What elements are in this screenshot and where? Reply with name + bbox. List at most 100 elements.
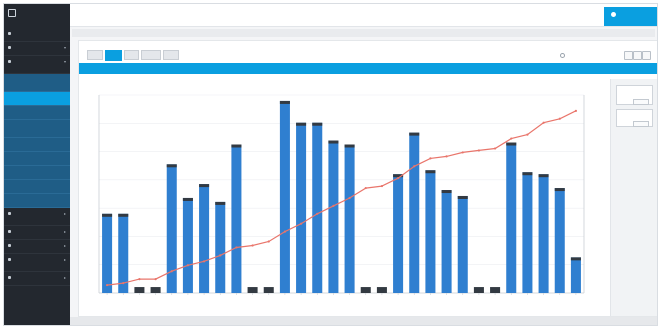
app-window: ▾ ▾ ▸ ▸ ▸ ▸ ▸ [3, 3, 658, 326]
bar-cap [409, 132, 420, 136]
sidebar-item[interactable] [4, 92, 70, 106]
line-point [138, 278, 141, 281]
settings-icon[interactable] [642, 51, 651, 60]
nav-item-icon [8, 276, 11, 279]
status-footer [70, 317, 657, 325]
line-point [364, 186, 367, 190]
line-point [186, 264, 190, 267]
sidebar-item[interactable]: ▾ [4, 42, 70, 56]
line-point [429, 157, 432, 160]
bar-cap [570, 257, 581, 261]
chevron-icon: ▸ [63, 257, 66, 262]
report-panel [78, 40, 657, 317]
sidebar-item[interactable] [4, 28, 70, 42]
user-menu-button[interactable] [604, 7, 657, 26]
line-point [348, 196, 351, 200]
bar [134, 287, 145, 293]
sidebar-item[interactable]: ▸ [4, 240, 70, 254]
line-point [396, 177, 400, 180]
tab[interactable] [141, 50, 161, 60]
bar [231, 144, 242, 293]
sidebar-nav: ▾ ▾ ▸ ▸ ▸ ▸ ▸ [4, 28, 70, 286]
bar-cap [312, 122, 323, 126]
line-point [542, 121, 545, 124]
line-point [493, 147, 497, 150]
bar [118, 213, 129, 293]
sidebar-item[interactable] [4, 180, 70, 194]
bar-cap [522, 172, 533, 176]
bar [247, 287, 258, 293]
bar [215, 201, 226, 293]
line-point [445, 155, 448, 158]
bar-cap [215, 201, 226, 205]
bar [409, 132, 420, 293]
line-point [299, 222, 303, 225]
bar [457, 195, 468, 293]
tab[interactable] [163, 50, 179, 60]
bar-cap [441, 190, 452, 194]
bar-cap [344, 144, 355, 148]
bar [279, 100, 290, 293]
bar-cap [118, 213, 129, 217]
line-point [526, 133, 529, 136]
sidebar-item[interactable]: ▸ [4, 254, 70, 272]
tab[interactable] [105, 50, 122, 61]
nav-item-icon [8, 230, 11, 233]
bar-cap [457, 195, 468, 199]
line-point [461, 151, 464, 154]
option-button[interactable] [633, 121, 649, 127]
nav-item-icon [8, 46, 11, 49]
bar [538, 174, 549, 293]
bar [554, 188, 565, 293]
sidebar-item[interactable] [4, 152, 70, 166]
sidebar-item[interactable] [4, 120, 70, 138]
tab[interactable] [124, 50, 139, 60]
filter-bar [79, 63, 657, 74]
nav-item-icon [8, 244, 11, 247]
sidebar-item[interactable] [4, 194, 70, 208]
bar [166, 164, 177, 293]
bar-cap [199, 184, 210, 188]
bar-cap [538, 174, 549, 178]
bar [312, 122, 323, 293]
chevron-icon: ▸ [63, 275, 66, 280]
logo[interactable] [8, 8, 48, 20]
line-point [235, 246, 238, 249]
chevron-icon: ▾ [63, 59, 66, 64]
line-point [122, 282, 125, 285]
bar [425, 170, 436, 293]
line-point [251, 244, 254, 247]
sidebar-item[interactable] [4, 166, 70, 180]
top-bar [70, 4, 657, 27]
bar [570, 257, 581, 293]
search-icon[interactable] [560, 53, 565, 58]
bar-cap [296, 122, 307, 126]
bar [263, 287, 274, 293]
line-point [267, 240, 270, 243]
sidebar-item[interactable]: ▸ [4, 226, 70, 240]
bar [199, 184, 210, 293]
sidebar-item[interactable]: ▸ [4, 208, 70, 226]
sidebar-item[interactable] [4, 138, 70, 152]
option-button[interactable] [633, 99, 649, 105]
chart-options-panel [610, 79, 657, 316]
print-icon[interactable] [624, 51, 633, 60]
bar [490, 287, 501, 293]
bar [441, 190, 452, 293]
sidebar-item[interactable] [4, 74, 70, 92]
line-point [219, 254, 222, 257]
line-point [413, 165, 416, 168]
bar [328, 140, 339, 293]
bar-cap [231, 144, 242, 148]
option-box [616, 109, 653, 127]
export-icon[interactable] [633, 51, 642, 60]
bar [102, 213, 113, 293]
line-point [574, 109, 578, 112]
bar [360, 287, 371, 293]
sidebar-item[interactable]: ▸ [4, 272, 70, 286]
tab[interactable] [87, 50, 103, 60]
sidebar-item[interactable] [4, 106, 70, 120]
bar [393, 174, 404, 293]
bar [150, 287, 161, 293]
sidebar-item[interactable]: ▾ [4, 56, 70, 74]
